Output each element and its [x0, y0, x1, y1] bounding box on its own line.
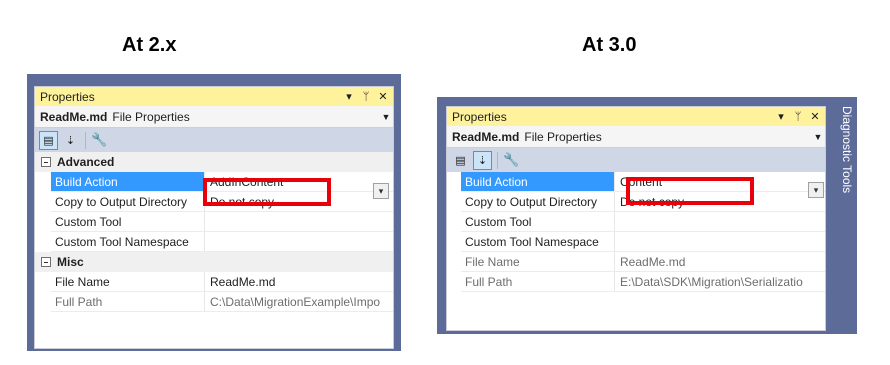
categorized-icon[interactable]: ▤: [451, 151, 470, 170]
property-row-file-name[interactable]: File Name ReadMe.md: [35, 272, 393, 292]
property-value: C:\Data\MigrationExample\Impo: [205, 292, 393, 312]
left-object-selector[interactable]: ReadMe.md File Properties ▼: [35, 106, 393, 128]
property-row-full-path[interactable]: Full Path E:\Data\SDK\Migration\Serializ…: [447, 272, 825, 292]
category-misc[interactable]: Misc: [35, 252, 393, 272]
property-row-custom-tool[interactable]: Custom Tool: [35, 212, 393, 232]
highlight-box: [626, 177, 754, 205]
alphabetical-icon[interactable]: ⇣: [473, 150, 492, 170]
property-value[interactable]: [205, 232, 393, 252]
property-name: Copy to Output Directory: [51, 192, 205, 212]
object-type: File Properties: [112, 109, 190, 124]
object-name: ReadMe.md: [452, 129, 520, 144]
property-row-file-name[interactable]: File Name ReadMe.md: [447, 252, 825, 272]
property-name: Build Action: [51, 172, 205, 192]
heading-left: At 2.x: [122, 34, 177, 56]
property-name: Custom Tool Namespace: [461, 232, 615, 252]
property-row-custom-tool-namespace[interactable]: Custom Tool Namespace: [35, 232, 393, 252]
right-title-bar: Properties ▾ ᛘ ✕: [447, 107, 825, 126]
category-label: Misc: [57, 255, 84, 269]
left-title-bar: Properties ▾ ᛘ ✕: [35, 87, 393, 106]
property-name: Custom Tool: [461, 212, 615, 232]
property-row-custom-tool-namespace[interactable]: Custom Tool Namespace: [447, 232, 825, 252]
property-name: Custom Tool: [51, 212, 205, 232]
property-name: Custom Tool Namespace: [51, 232, 205, 252]
object-type: File Properties: [524, 129, 602, 144]
left-panel-title: Properties: [40, 89, 95, 104]
dropdown-icon[interactable]: ▾: [774, 110, 788, 123]
property-value[interactable]: [205, 212, 393, 232]
property-name: File Name: [461, 252, 615, 272]
highlight-box: [203, 178, 331, 206]
toolbar-separator: [497, 151, 498, 169]
categorized-icon[interactable]: ▤: [39, 130, 58, 150]
property-name: Build Action: [461, 172, 615, 192]
right-toolbar: ▤ ⇣ 🔧: [447, 148, 825, 172]
property-value[interactable]: [615, 232, 825, 252]
property-row-full-path[interactable]: Full Path C:\Data\MigrationExample\Impo: [35, 292, 393, 312]
chevron-down-icon[interactable]: ▼: [811, 132, 825, 142]
pin-icon[interactable]: ᛘ: [359, 91, 373, 103]
diagnostic-tools-tab[interactable]: Diagnostic Tools: [832, 100, 854, 210]
heading-right: At 3.0: [582, 34, 637, 56]
right-properties-panel: Properties ▾ ᛘ ✕ ReadMe.md File Properti…: [446, 106, 826, 331]
object-name: ReadMe.md: [40, 109, 108, 124]
property-value: E:\Data\SDK\Migration\Serializatio: [615, 272, 825, 292]
property-row-custom-tool[interactable]: Custom Tool: [447, 212, 825, 232]
property-name: Full Path: [461, 272, 615, 292]
left-properties-panel: Properties ▾ ᛘ ✕ ReadMe.md File Properti…: [34, 86, 394, 349]
property-value: ReadMe.md: [615, 252, 825, 272]
left-toolbar: ▤ ⇣ 🔧: [35, 128, 393, 152]
property-value[interactable]: [615, 212, 825, 232]
toolbar-separator: [85, 131, 86, 149]
collapse-icon[interactable]: [41, 157, 51, 167]
wrench-icon[interactable]: 🔧: [502, 151, 521, 170]
chevron-down-icon[interactable]: ▼: [379, 112, 393, 122]
close-icon[interactable]: ✕: [376, 90, 390, 103]
pin-icon[interactable]: ᛘ: [791, 111, 805, 123]
wrench-icon[interactable]: 🔧: [90, 131, 109, 150]
right-panel-title: Properties: [452, 109, 507, 124]
right-object-selector[interactable]: ReadMe.md File Properties ▼: [447, 126, 825, 148]
property-name: Full Path: [51, 292, 205, 312]
property-name: Copy to Output Directory: [461, 192, 615, 212]
category-advanced[interactable]: Advanced: [35, 152, 393, 172]
category-label: Advanced: [57, 155, 115, 169]
alphabetical-icon[interactable]: ⇣: [61, 131, 80, 150]
close-icon[interactable]: ✕: [808, 110, 822, 123]
dropdown-icon[interactable]: ▾: [342, 90, 356, 103]
property-name: File Name: [51, 272, 205, 292]
chevron-down-icon[interactable]: ▾: [373, 183, 389, 199]
chevron-down-icon[interactable]: ▾: [808, 182, 824, 198]
collapse-icon[interactable]: [41, 257, 51, 267]
property-value[interactable]: ReadMe.md: [205, 272, 393, 292]
